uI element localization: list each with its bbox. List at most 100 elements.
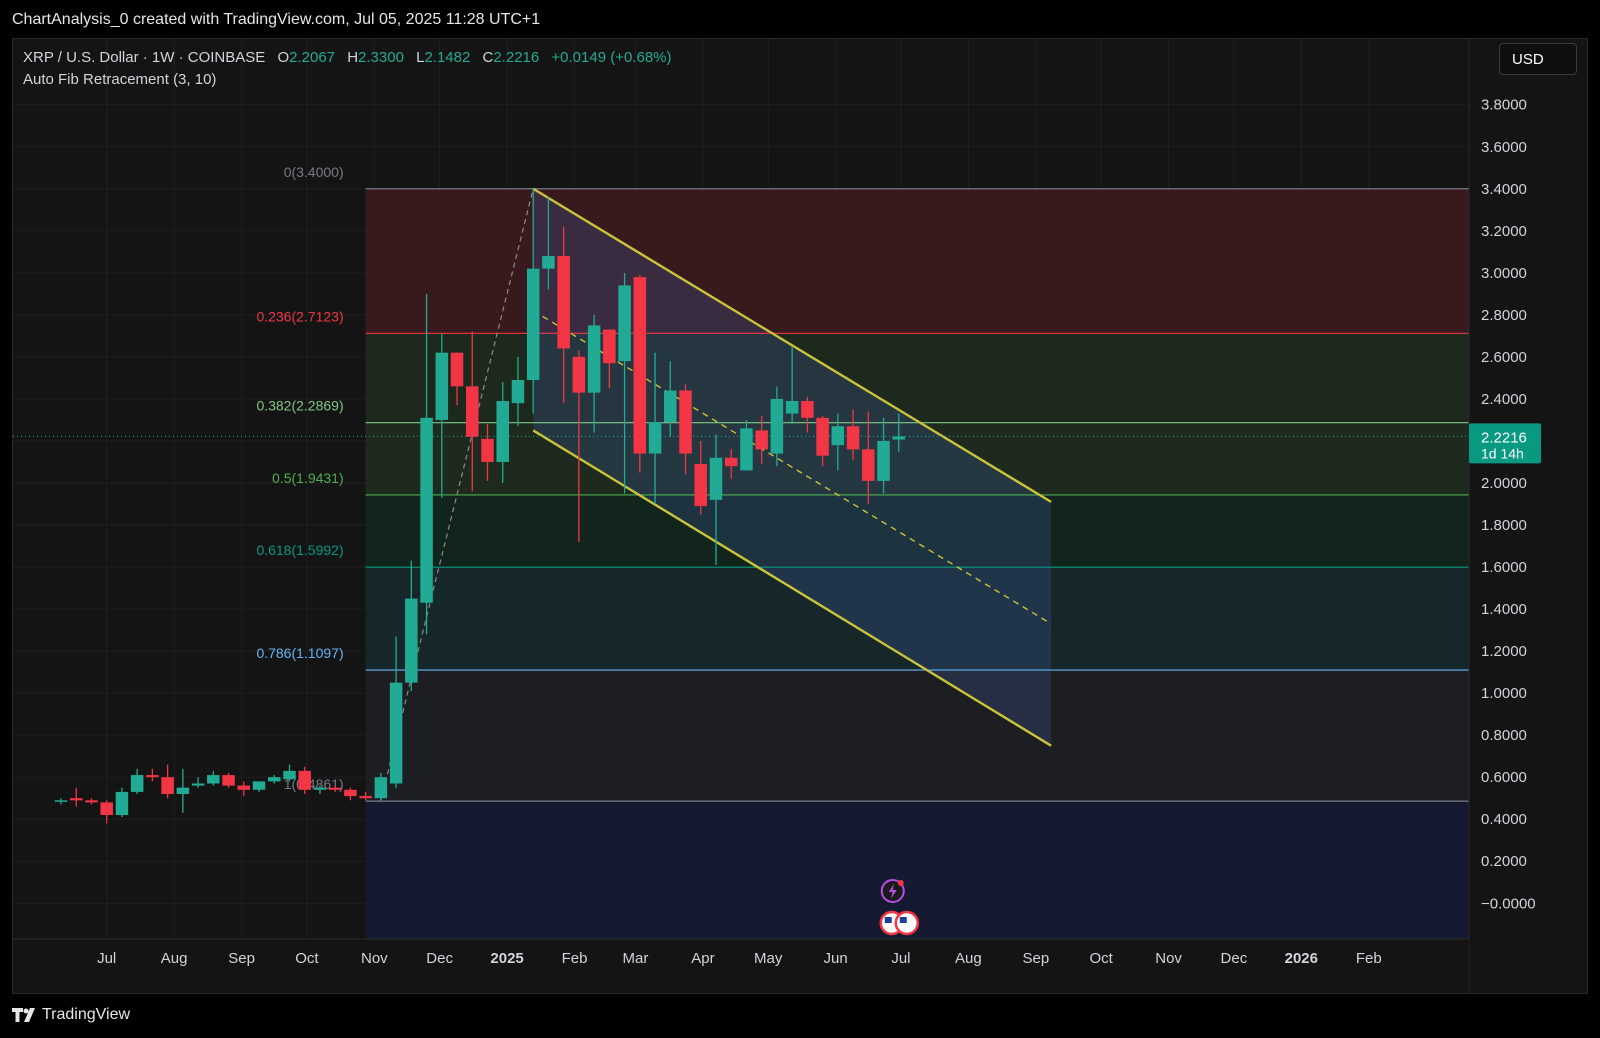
candle-body[interactable] [130,775,144,792]
candle-body[interactable] [466,386,479,437]
candle-body[interactable] [328,787,342,790]
candle-body[interactable] [755,430,768,450]
price-tick-label: 3.8000 [1481,97,1527,114]
candle-body[interactable] [450,352,464,387]
candle-body[interactable] [161,777,174,794]
fib-level-label: 0.618(1.5992) [256,542,343,558]
candle-body[interactable] [801,401,814,418]
candle-body[interactable] [85,800,98,803]
candle-body[interactable] [785,401,799,414]
symbol-name[interactable]: XRP / U.S. Dollar · 1W · COINBASE [23,49,265,66]
candle-body[interactable] [359,796,372,799]
price-tick-label: 3.2000 [1481,223,1527,240]
price-tick-label: 2.6000 [1481,349,1527,366]
candle-body[interactable] [481,438,494,462]
candle-body[interactable] [846,426,860,450]
price-tick-label: 1.4000 [1481,601,1527,618]
price-tick-label: 0.2000 [1481,853,1527,870]
candle-body[interactable] [603,329,616,364]
currency-button[interactable]: USD [1499,43,1577,75]
candle-body[interactable] [374,777,388,799]
candle-body[interactable] [770,398,784,454]
candle-body[interactable] [191,783,205,786]
candle-body[interactable] [344,789,357,797]
candle-body[interactable] [237,785,251,790]
candle-body[interactable] [267,777,281,782]
candle-body[interactable] [252,781,266,790]
candle-body[interactable] [618,285,631,362]
time-tick-label: Aug [161,950,188,967]
price-tick-label: 2.4000 [1481,391,1527,408]
price-tick-label: 0.6000 [1481,769,1527,786]
price-chart[interactable]: 0(3.4000) 0.236(2.7123) 0.382(2.2869) 0.5(1… [13,39,1588,994]
time-tick-label: Oct [295,950,319,967]
time-tick-label: 2025 [490,950,523,967]
time-tick-label: Feb [1356,950,1382,967]
fib-level-label: 0.5(1.9431) [272,470,344,486]
candle-body[interactable] [405,598,418,683]
candle-body[interactable] [298,770,311,790]
event-alert-dot-icon [897,880,904,886]
candle-body[interactable] [664,390,677,423]
candle-body[interactable] [115,791,129,816]
time-tick-label: Nov [361,950,388,967]
open-label: O [277,49,290,66]
candle-body[interactable] [207,775,220,784]
candle-body[interactable] [313,787,327,790]
price-tick-label: 3.4000 [1481,181,1527,198]
candle-body[interactable] [648,422,662,454]
candle-body[interactable] [816,417,829,456]
candle-body[interactable] [892,436,906,440]
candle-body[interactable] [222,775,235,786]
tradingview-logo-icon [12,1008,35,1022]
candle-body[interactable] [69,798,83,801]
candle-body[interactable] [526,268,540,381]
candle-body[interactable] [389,682,403,784]
change-value: +0.0149 (+0.68%) [551,49,672,66]
time-tick-label: Jun [824,950,848,967]
indicator-legend[interactable]: Auto Fib Retracement (3, 10) [23,69,672,91]
time-tick-label: Oct [1089,950,1113,967]
footer-brand-name: TradingView [42,1006,131,1023]
candle-body[interactable] [146,775,159,778]
time-tick-label: Sep [228,950,255,967]
legend-ohlc-row: XRP / U.S. Dollar · 1W · COINBASE O2.206… [23,47,672,69]
candle-body[interactable] [420,417,433,603]
candle-body[interactable] [633,277,647,454]
candle-body[interactable] [862,449,875,481]
price-tick-label: 0.8000 [1481,727,1527,744]
candle-body[interactable] [679,390,692,454]
candle-body[interactable] [724,457,738,467]
candle-body[interactable] [100,802,113,816]
price-tick-label: 0.4000 [1481,811,1527,828]
price-tick-label: 3.6000 [1481,139,1527,156]
candle-body[interactable] [283,770,296,780]
flag-canton-icon [884,917,892,923]
candle-body[interactable] [709,457,723,500]
candle-body[interactable] [587,325,601,393]
top-bar: ChartAnalysis_0 created with TradingView… [0,0,1600,38]
chart-credit: ChartAnalysis_0 created with TradingView… [12,11,541,28]
fib-level-label: 0.786(1.1097) [256,645,343,661]
chart-panel[interactable]: 0(3.4000) 0.236(2.7123) 0.382(2.2869) 0.5(1… [12,38,1588,994]
candle-body[interactable] [572,356,586,393]
candle-body[interactable] [877,440,890,481]
candle-body[interactable] [176,787,190,794]
price-tick-label: 1.8000 [1481,517,1527,534]
candle-body[interactable] [542,256,555,269]
time-tick-label: Jul [891,950,910,967]
candle-body[interactable] [694,464,707,507]
candle-body[interactable] [557,256,570,349]
time-tick-label: Aug [955,950,982,967]
fib-level-label: 0.382(2.2869) [256,398,343,414]
close-value: 2.2216 [493,49,540,66]
fib-zone [365,670,1469,802]
candle-body[interactable] [54,800,68,802]
bar-countdown-label: 1d 14h [1481,445,1524,461]
candle-body[interactable] [831,426,845,446]
candle-body[interactable] [511,380,525,404]
candle-body[interactable] [496,401,509,462]
candle-body[interactable] [740,428,753,471]
candle-body[interactable] [435,352,449,420]
price-tick-label: 2.8000 [1481,307,1527,324]
